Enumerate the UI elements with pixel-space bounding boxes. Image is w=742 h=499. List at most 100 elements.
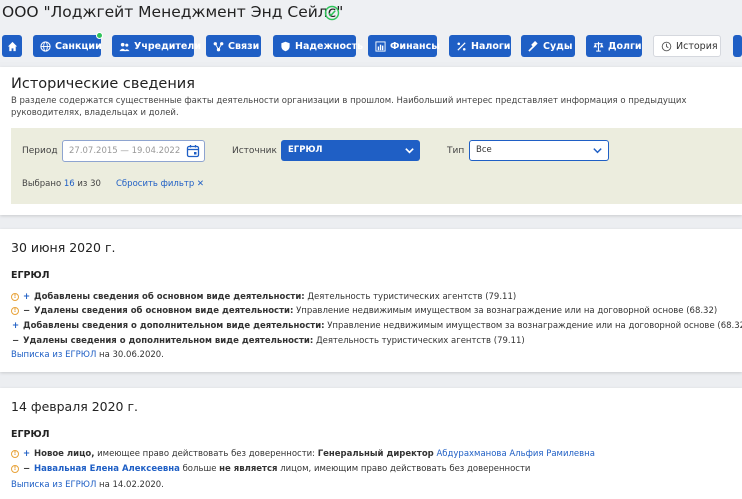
nav-more-button[interactable]: [733, 35, 742, 57]
row-role: Генеральный директор: [317, 448, 434, 459]
chevron-down-icon: [593, 148, 602, 154]
scales-icon: [593, 41, 604, 52]
minus-sign: −: [22, 305, 31, 316]
row-title: Удалены сведения об основном виде деятел…: [34, 305, 294, 316]
nav-sanctions-label: Санкции: [55, 40, 102, 52]
filter-panel: Период 27.07.2015 — 19.04.2022 Источник …: [11, 128, 742, 204]
row-title: Удалены сведения о дополнительном виде д…: [23, 335, 314, 346]
nav-courts-button[interactable]: Суды: [521, 35, 575, 57]
event-row: − Удалены сведения о дополнительном виде…: [11, 334, 525, 347]
nav-taxes-button[interactable]: Налоги: [449, 35, 511, 57]
source-value: ЕГРЮЛ: [288, 145, 323, 155]
nav-founders-button[interactable]: Учредители: [112, 35, 201, 57]
nav-finance-button[interactable]: Финансы: [368, 35, 440, 57]
event-card-1: 30 июня 2020 г. ЕГРЮЛ ! + Добавлены свед…: [0, 229, 742, 372]
row-title: Добавлены сведения об основном виде деят…: [34, 291, 305, 302]
info-icon[interactable]: !: [11, 449, 19, 458]
period-value: 27.07.2015 — 19.04.2022: [69, 146, 181, 156]
extract-link[interactable]: Выписка из ЕГРЮЛ: [11, 350, 96, 360]
plus-sign: +: [22, 291, 31, 302]
event-row: ! + Добавлены сведения об основном виде …: [11, 290, 516, 303]
nav-courts-label: Суды: [543, 40, 573, 52]
event-date: 30 июня 2020 г.: [11, 240, 116, 255]
shield-icon: [281, 41, 290, 51]
period-label: Период: [22, 146, 58, 156]
minus-sign: −: [11, 335, 20, 346]
event-date: 14 февраля 2020 г.: [11, 399, 139, 414]
event-row: ! − Навальная Елена Алексеевна больше не…: [11, 462, 530, 475]
selected-total: 30: [90, 179, 101, 189]
row-title: Добавлены сведения о дополнительном виде…: [23, 320, 325, 331]
nav-founders-label: Учредители: [134, 40, 201, 52]
period-date-input[interactable]: 27.07.2015 — 19.04.2022: [62, 140, 205, 162]
reset-filter-link[interactable]: Сбросить фильтр ✕: [116, 179, 204, 189]
nav-reliability-button[interactable]: Надежность: [273, 35, 363, 57]
info-icon[interactable]: !: [11, 292, 19, 301]
home-icon: [7, 41, 17, 51]
nav-history-label: История: [676, 40, 718, 52]
selected-mid: из: [77, 179, 88, 189]
row-text: имеющее право действовать без довереннос…: [97, 448, 316, 459]
extract-suffix: на 14.02.2020.: [99, 479, 164, 490]
row-text: Деятельность туристических агентств (79.…: [307, 291, 517, 302]
globe-icon: [40, 40, 51, 52]
plus-sign: +: [22, 448, 31, 459]
extract-line: Выписка из ЕГРЮЛ на 30.06.2020.: [11, 348, 164, 361]
nav-history-button[interactable]: История: [653, 35, 721, 57]
company-title: ООО "Лоджгейт Менеджмент Энд Сейлс": [2, 3, 344, 21]
event-row: + Добавлены сведения о дополнительном ви…: [11, 319, 742, 332]
chart-icon: [375, 40, 386, 52]
section-description: В разделе содержатся существенные факты …: [11, 96, 687, 118]
percent-icon: [457, 41, 466, 51]
row-text: Деятельность туристических агентств (79.…: [315, 335, 525, 346]
row-title: Новое лицо,: [34, 448, 95, 459]
nav-debts-button[interactable]: Долги: [586, 35, 642, 57]
section-title: Исторические сведения: [11, 76, 195, 92]
verified-check-icon: [324, 5, 340, 21]
event-row: ! + Новое лицо, имеющее право действоват…: [11, 447, 595, 460]
nav-taxes-label: Налоги: [471, 40, 511, 52]
extract-link[interactable]: Выписка из ЕГРЮЛ: [11, 480, 96, 490]
home-button[interactable]: [2, 35, 22, 57]
history-icon: [661, 41, 672, 51]
event-row: ! − Удалены сведения об основном виде де…: [11, 304, 717, 317]
row-text: Управление недвижимым имуществом за возн…: [296, 305, 718, 316]
type-select[interactable]: Все: [469, 140, 609, 161]
event-card-2: 14 февраля 2020 г. ЕГРЮЛ ! + Новое лицо,…: [0, 388, 742, 499]
person-link[interactable]: Абдурахманова Альфия Рамилевна: [436, 449, 594, 459]
selected-prefix: Выбрано: [22, 179, 62, 189]
type-value: Все: [476, 145, 492, 155]
selected-count-text: Выбрано 16 из 30: [22, 179, 101, 189]
chevron-down-icon: [405, 148, 414, 154]
nav-finance-label: Финансы: [390, 40, 440, 52]
event-source: ЕГРЮЛ: [11, 270, 50, 281]
type-label: Тип: [447, 146, 465, 156]
history-filter-card: Исторические сведения В разделе содержат…: [0, 67, 742, 215]
row-text: лицом, имеющим право действовать без дов…: [280, 463, 531, 474]
selected-count: 16: [63, 179, 75, 189]
source-label: Источник: [232, 146, 277, 156]
nav-links-button[interactable]: Связи: [206, 35, 261, 57]
calendar-icon[interactable]: [186, 144, 200, 158]
users-icon: [119, 42, 130, 51]
row-text: больше: [182, 463, 217, 474]
extract-line: Выписка из ЕГРЮЛ на 14.02.2020.: [11, 478, 164, 491]
minus-sign: −: [22, 463, 31, 474]
extract-suffix: на 30.06.2020.: [99, 349, 164, 360]
plus-sign: +: [11, 320, 20, 331]
person-link[interactable]: Навальная Елена Алексеевна: [34, 464, 180, 474]
row-text: Управление недвижимым имуществом за возн…: [327, 320, 742, 331]
nav-reliability-label: Надежность: [295, 40, 364, 52]
gavel-icon: [528, 40, 538, 52]
nav-debts-label: Долги: [608, 40, 642, 52]
nav-links-label: Связи: [228, 40, 260, 52]
info-icon[interactable]: !: [11, 464, 19, 473]
notification-dot: [96, 32, 103, 39]
event-source: ЕГРЮЛ: [11, 429, 50, 440]
top-bar: ООО "Лоджгейт Менеджмент Энд Сейлс" Санк…: [0, 0, 742, 62]
row-bold: не является: [219, 463, 278, 474]
info-icon[interactable]: !: [11, 306, 19, 315]
source-select[interactable]: ЕГРЮЛ: [281, 140, 420, 161]
nav-sanctions-button[interactable]: Санкции: [33, 32, 103, 57]
links-icon: [213, 41, 224, 51]
